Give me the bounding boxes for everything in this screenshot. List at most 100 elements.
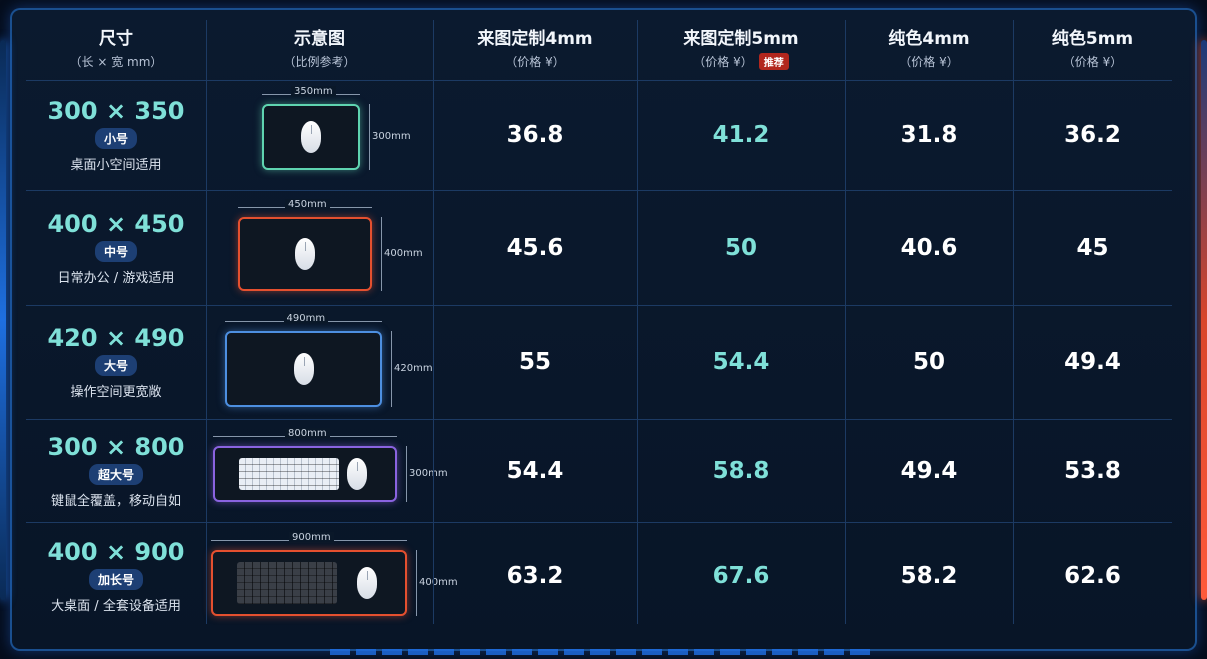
price-cell: 49.4: [1013, 305, 1172, 419]
price-value: 63.2: [506, 563, 564, 589]
header-solid4: 纯色4mm （价格 ¥）: [845, 14, 1013, 80]
column-divider: [845, 20, 846, 624]
header-row: 尺寸 （长 × 宽 mm） 示意图 （比例参考） 来图定制4mm （价格 ¥） …: [26, 14, 1172, 81]
size-badge: 大号: [94, 355, 137, 376]
price-value: 36.8: [506, 122, 564, 148]
size-value: 300 × 800: [47, 432, 185, 461]
price-value: 45.6: [506, 234, 564, 261]
height-dimension-line: [406, 446, 407, 502]
price-cell: 55: [433, 305, 637, 419]
price-cell: 54.4: [433, 419, 637, 522]
price-cell: 67.6: [637, 522, 845, 630]
header-custom5-sub-wrap: （价格 ¥） 推荐: [693, 53, 789, 70]
keyboard-icon: [239, 458, 339, 490]
keyboard-icon: [237, 562, 337, 604]
mouse-icon: [357, 567, 377, 599]
price-value: 31.8: [900, 122, 958, 148]
size-badge: 加长号: [88, 569, 143, 590]
price-cell: 41.2: [637, 80, 845, 190]
size-value: 420 × 490: [47, 324, 185, 352]
diagram-cell: 900mm 400mm: [206, 522, 458, 630]
recommend-badge: 推荐: [758, 53, 789, 70]
width-label: 350mm: [291, 86, 336, 97]
header-size-sub: （长 × 宽 mm）: [69, 55, 163, 69]
column-divider: [206, 20, 207, 624]
header-size-title: 尺寸: [99, 29, 133, 49]
diagram-cell: 800mm 300mm: [206, 419, 448, 522]
price-value: 41.2: [712, 122, 770, 148]
diagram-cell: 350mm 300mm: [206, 80, 433, 190]
width-label: 450mm: [285, 199, 330, 210]
price-cell: 63.2: [433, 522, 637, 630]
width-label: 800mm: [285, 428, 330, 439]
price-value: 49.4: [900, 457, 958, 484]
price-cell: 36.2: [1013, 80, 1172, 190]
price-cell: 49.4: [845, 419, 1013, 522]
height-label: 420mm: [394, 363, 433, 374]
mouse-icon: [295, 238, 315, 270]
price-cell: 45.6: [433, 190, 637, 305]
price-cell: 58.2: [845, 522, 1013, 630]
size-description: 日常办公 / 游戏适用: [57, 270, 175, 286]
price-cell: 36.8: [433, 80, 637, 190]
diagram-cell: 450mm 400mm: [206, 190, 433, 305]
header-custom4: 来图定制4mm （价格 ¥）: [433, 14, 637, 80]
bottom-decoration: [330, 649, 870, 655]
column-divider: [637, 20, 638, 624]
price-value: 50: [724, 234, 757, 261]
table-row: 300 × 350 小号 桌面小空间适用 350mm 300mm 36.8 41.2 31.8…: [26, 80, 1172, 191]
column-divider: [1013, 20, 1014, 624]
price-value: 55: [518, 349, 551, 375]
price-cell: 53.8: [1013, 419, 1172, 522]
size-description: 大桌面 / 全套设备适用: [51, 599, 181, 614]
table-row: 420 × 490 大号 操作空间更宽敞 490mm 420mm 55 54.4 50 49.4: [26, 305, 1172, 420]
price-cell: 40.6: [845, 190, 1013, 305]
header-custom5-sub: （价格 ¥）: [693, 55, 753, 69]
mouse-icon: [347, 458, 367, 490]
header-diagram-title: 示意图: [294, 29, 345, 49]
size-badge: 超大号: [88, 463, 143, 485]
price-value: 58.8: [712, 457, 770, 484]
right-glow-accent: [1201, 40, 1207, 600]
price-value: 53.8: [1064, 457, 1121, 484]
header-custom4-title: 来图定制4mm: [477, 29, 593, 49]
header-size: 尺寸 （长 × 宽 mm）: [26, 14, 206, 80]
table-row: 300 × 800 超大号 键鼠全覆盖，移动自如 800mm 300mm 54.4 58.8…: [26, 419, 1172, 523]
header-diagram: 示意图 （比例参考）: [206, 14, 433, 80]
size-cell: 300 × 800 超大号键鼠全覆盖，移动自如: [26, 419, 206, 522]
width-label: 900mm: [289, 532, 334, 543]
header-solid5-title: 纯色5mm: [1051, 29, 1134, 49]
size-value: 400 × 900: [47, 538, 185, 566]
size-cell: 420 × 490 大号 操作空间更宽敞: [26, 305, 206, 419]
table-row: 400 × 450 中号 日常办公 / 游戏适用 450mm 400mm 45.6 50 40…: [26, 190, 1172, 306]
price-value: 45: [1076, 234, 1109, 261]
height-dimension-line: [391, 331, 392, 407]
column-divider: [433, 20, 434, 624]
price-cell: 50: [637, 190, 845, 305]
size-value: 400 × 450: [47, 209, 185, 238]
height-dimension-line: [416, 550, 417, 616]
header-custom5-title: 来图定制5mm: [683, 29, 799, 49]
table-row: 400 × 900 加长号大桌面 / 全套设备适用 900mm 400mm 63.2 67…: [26, 522, 1172, 630]
price-table: 尺寸 （长 × 宽 mm） 示意图 （比例参考） 来图定制4mm （价格 ¥） …: [26, 14, 1172, 630]
size-value: 300 × 350: [47, 97, 185, 125]
size-cell: 400 × 450 中号日常办公 / 游戏适用: [26, 190, 206, 305]
price-cell: 54.4: [637, 305, 845, 419]
price-value: 54.4: [712, 349, 770, 375]
price-value: 54.4: [506, 457, 564, 484]
mouse-icon: [293, 353, 314, 385]
size-badge: 中号: [94, 240, 137, 262]
header-custom4-sub: （价格 ¥）: [505, 55, 565, 69]
header-solid5-sub: （价格 ¥）: [1062, 55, 1123, 69]
price-value: 62.6: [1064, 563, 1121, 589]
size-description: 键鼠全覆盖，移动自如: [50, 493, 181, 509]
price-value: 50: [912, 349, 945, 375]
price-cell: 58.8: [637, 419, 845, 522]
price-value: 67.6: [712, 563, 770, 589]
price-cell: 62.6: [1013, 522, 1172, 630]
price-cell: 45: [1013, 190, 1172, 305]
price-value: 36.2: [1064, 122, 1121, 148]
height-dimension-line: [369, 104, 370, 170]
header-diagram-sub: （比例参考）: [283, 55, 356, 69]
price-cell: 31.8: [845, 80, 1013, 190]
